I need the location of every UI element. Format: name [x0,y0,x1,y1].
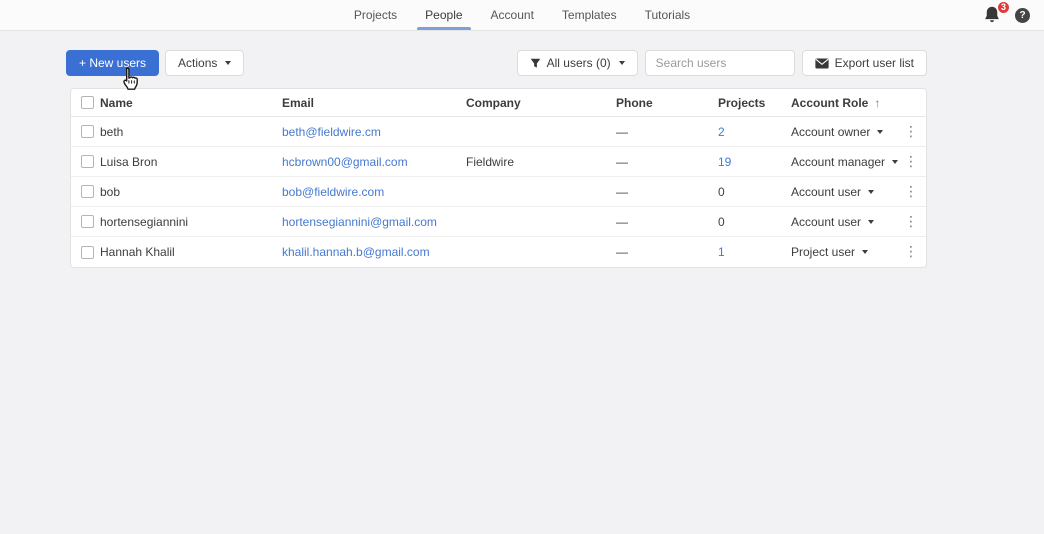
user-phone: — [616,124,628,139]
toolbar-left-group: + New users Actions [66,50,245,90]
row-checkbox[interactable] [81,155,94,168]
chevron-down-icon [225,61,232,65]
row-menu-button[interactable]: ⋮ [900,125,918,139]
main-content: + New users Actions All users (0) Search… [66,50,927,268]
column-header-company[interactable]: Company [466,96,616,110]
row-menu-button[interactable]: ⋮ [900,155,918,169]
user-name: Hannah Khalil [100,245,175,259]
projects-count: 0 [718,214,725,229]
account-role-dropdown[interactable]: Account user [791,215,900,229]
account-role-dropdown[interactable]: Account user [791,185,900,199]
column-header-email[interactable]: Email [282,96,466,110]
toolbar-right-group: All users (0) Export user list [516,50,927,76]
account-role-label: Account user [791,184,862,199]
user-email-link[interactable]: bob@fieldwire.com [282,185,466,199]
notifications-bell-icon[interactable]: 3 [983,0,1010,27]
user-phone: — [616,184,628,199]
projects-count[interactable]: 2 [718,125,791,139]
help-button[interactable]: ? [1015,8,1030,23]
account-role-label: Account owner [791,124,871,139]
column-header-account-role[interactable]: Account Role ↑ [791,96,900,110]
chevron-down-icon [862,250,869,254]
user-name: Luisa Bron [100,154,158,169]
users-table: Name Email Company Phone Projects Accoun… [70,88,927,268]
envelope-icon [815,57,829,69]
user-name: bob [100,184,121,199]
toolbar: + New users Actions All users (0) Search… [66,50,927,90]
column-header-projects[interactable]: Projects [718,96,791,110]
search-input[interactable] [644,50,795,76]
new-users-button[interactable]: + New users [66,50,160,76]
tab-tutorials[interactable]: Tutorials [643,0,693,30]
table-header-row: Name Email Company Phone Projects Accoun… [71,89,926,117]
chevron-down-icon [868,219,875,224]
topbar-right-group: 3 ? [983,0,1030,31]
account-role-label: Account user [791,214,862,229]
row-menu-button[interactable]: ⋮ [900,245,918,259]
tab-templates[interactable]: Templates [560,0,619,30]
projects-count[interactable]: 1 [718,245,791,259]
row-checkbox[interactable] [81,125,94,138]
table-row: bob bob@fieldwire.com — 0 Account user ⋮ [71,177,926,207]
table-row: beth beth@fieldwire.cm — 2 Account owner… [71,117,926,147]
account-role-header-label: Account Role [791,95,869,110]
user-phone: — [616,245,628,259]
select-all-checkbox[interactable] [81,96,94,109]
table-row: Hannah Khalil khalil.hannah.b@gmail.com … [71,237,926,267]
sort-ascending-icon: ↑ [874,95,881,110]
account-role-dropdown[interactable]: Account owner [791,125,900,139]
user-company: Fieldwire [466,154,515,169]
user-email-link[interactable]: beth@fieldwire.cm [282,125,466,139]
row-checkbox[interactable] [81,245,94,259]
chevron-down-icon [877,129,884,134]
user-phone: — [616,214,628,229]
chevron-down-icon [868,189,875,194]
filter-funnel-icon [530,58,540,68]
actions-button[interactable]: Actions [165,50,245,76]
user-email-link[interactable]: hortensegiannini@gmail.com [282,215,466,229]
tab-projects[interactable]: Projects [352,0,399,30]
column-header-name[interactable]: Name [100,96,282,110]
filter-users-button[interactable]: All users (0) [516,50,638,76]
export-user-list-label: Export user list [834,56,914,70]
user-name: hortensegiannini [100,214,189,229]
row-checkbox[interactable] [81,215,94,228]
account-role-dropdown[interactable]: Account manager [791,155,900,169]
column-header-phone[interactable]: Phone [616,96,718,110]
nav-tabs: Projects People Account Templates Tutori… [352,0,692,30]
table-row: Luisa Bron hcbrown00@gmail.com Fieldwire… [71,147,926,177]
filter-users-label: All users (0) [546,56,611,70]
tab-people[interactable]: People [417,0,471,30]
chevron-down-icon [618,61,625,65]
row-menu-button[interactable]: ⋮ [900,215,918,229]
account-role-label: Project user [791,245,856,259]
table-body: beth beth@fieldwire.cm — 2 Account owner… [71,117,926,267]
table-row: hortensegiannini hortensegiannini@gmail.… [71,207,926,237]
row-menu-button[interactable]: ⋮ [900,185,918,199]
projects-count[interactable]: 19 [718,155,791,169]
user-email-link[interactable]: hcbrown00@gmail.com [282,155,466,169]
export-user-list-button[interactable]: Export user list [801,50,927,76]
account-role-label: Account manager [791,154,886,169]
user-name: beth [100,124,124,139]
account-role-dropdown[interactable]: Project user [791,245,900,259]
projects-count: 0 [718,184,725,199]
top-nav-bar: Projects People Account Templates Tutori… [0,0,1044,31]
notification-badge: 3 [997,0,1010,14]
user-phone: — [616,154,628,169]
tab-account[interactable]: Account [489,0,536,30]
user-email-link[interactable]: khalil.hannah.b@gmail.com [282,245,466,259]
row-checkbox[interactable] [81,185,94,198]
chevron-down-icon [892,159,899,164]
actions-button-label: Actions [178,56,218,70]
